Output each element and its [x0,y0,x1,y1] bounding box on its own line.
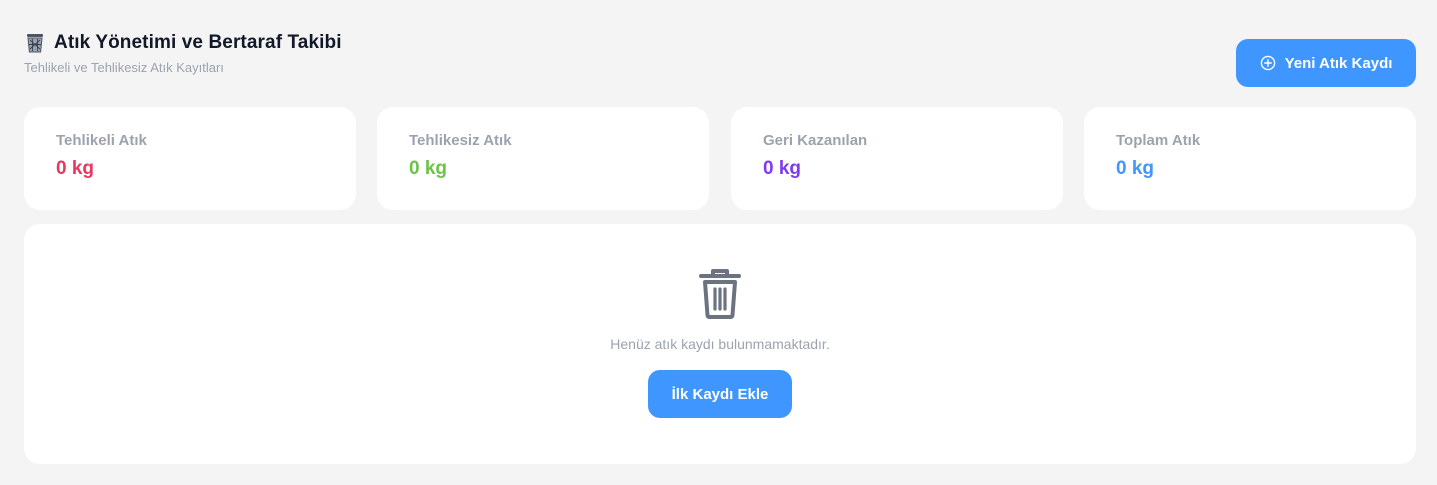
stats-row: Tehlikeli Atık 0 kg Tehlikesiz Atık 0 kg… [24,107,1416,210]
empty-state-panel: Henüz atık kaydı bulunmamaktadır. İlk Ka… [24,224,1416,464]
stat-card-non-hazardous: Tehlikesiz Atık 0 kg [377,107,709,210]
stat-value: 0 kg [763,158,802,179]
stat-label: Tehlikeli Atık [56,132,147,149]
page-subtitle: Tehlikeli ve Tehlikesiz Atık Kayıtları [24,60,224,75]
stat-value: 0 kg [1116,158,1155,179]
stat-label: Toplam Atık [1116,132,1201,149]
title-row: Atık Yönetimi ve Bertaraf Takibi [24,32,342,54]
stat-card-recovered: Geri Kazanılan 0 kg [731,107,1063,210]
waste-management-page: Atık Yönetimi ve Bertaraf Takibi Tehlike… [0,0,1437,485]
stat-value: 0 kg [56,158,95,179]
page-header: Atık Yönetimi ve Bertaraf Takibi Tehlike… [24,32,342,75]
stat-card-hazardous: Tehlikeli Atık 0 kg [24,107,356,210]
stat-card-total: Toplam Atık 0 kg [1084,107,1416,210]
stat-label: Tehlikesiz Atık [409,132,512,149]
new-waste-record-button[interactable]: Yeni Atık Kaydı [1236,39,1416,87]
empty-state-message: Henüz atık kaydı bulunmamaktadır. [610,336,830,352]
page-title: Atık Yönetimi ve Bertaraf Takibi [54,32,342,53]
trash-icon [696,268,744,320]
stat-label: Geri Kazanılan [763,132,868,149]
new-waste-record-label: Yeni Atık Kaydı [1284,54,1393,72]
wastebasket-icon [24,32,46,54]
stat-value: 0 kg [409,158,448,179]
add-first-record-button[interactable]: İlk Kaydı Ekle [648,370,792,418]
plus-circle-icon [1260,55,1276,71]
